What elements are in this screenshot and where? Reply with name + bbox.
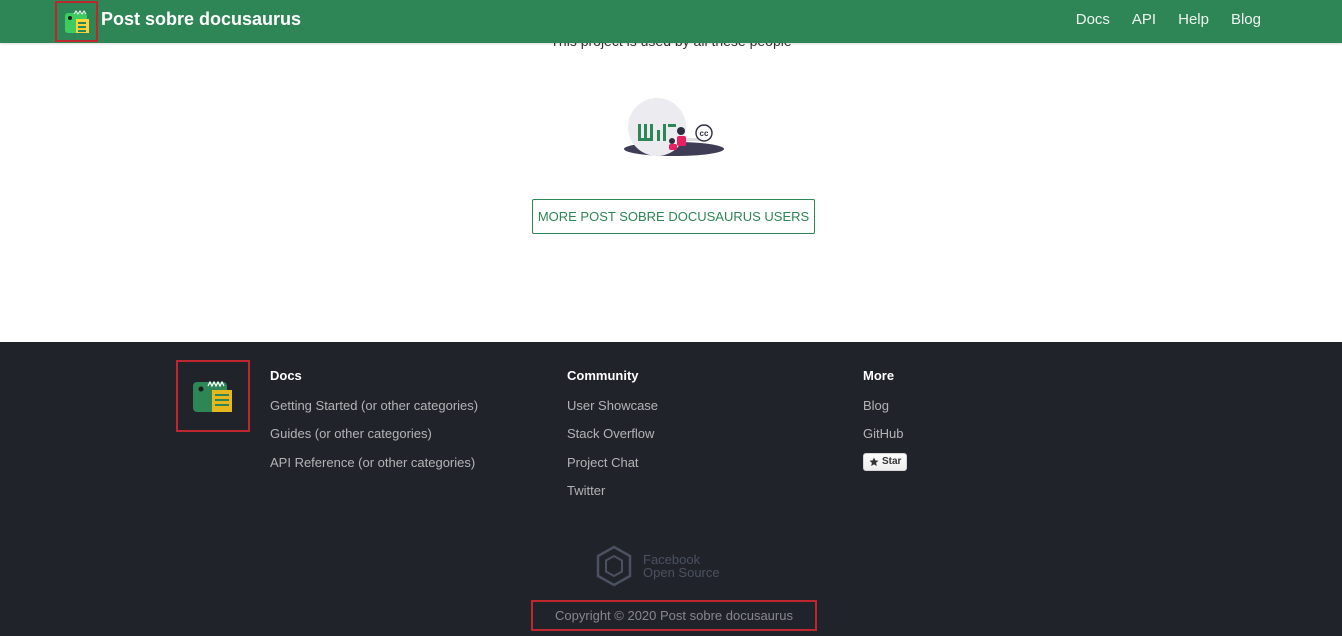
nav-blog[interactable]: Blog [1231, 11, 1261, 28]
footer-column-title: Community [567, 368, 639, 383]
footer-column-title: Docs [270, 368, 302, 383]
footer-link-guides[interactable]: Guides (or other categories) [270, 420, 478, 448]
more-users-button[interactable]: MORE POST SOBRE DOCUSAURUS USERS [532, 199, 815, 234]
footer-link-project-chat[interactable]: Project Chat [567, 449, 658, 477]
site-header: Post sobre docusaurus Docs API Help Blog [0, 0, 1342, 43]
oss-logo-line2: Open Source [643, 565, 720, 580]
nav-docs[interactable]: Docs [1076, 11, 1110, 28]
footer-link-api-reference[interactable]: API Reference (or other categories) [270, 449, 478, 477]
nav-help[interactable]: Help [1178, 11, 1209, 28]
star-button-label: Star [882, 456, 902, 468]
footer-logo[interactable] [176, 360, 250, 432]
footer-column-community: Community User Showcase Stack Overflow P… [567, 368, 658, 505]
footer-column-more: More Blog GitHub Star [863, 368, 908, 472]
main-nav: Docs API Help Blog [1054, 11, 1261, 28]
site-footer: Docs Getting Started (or other categorie… [0, 342, 1342, 636]
github-star-button[interactable]: Star [863, 452, 908, 471]
footer-link-github[interactable]: GitHub [863, 420, 907, 448]
facebook-open-source-icon [596, 545, 632, 587]
footer-link-twitter[interactable]: Twitter [567, 477, 658, 505]
header-logo[interactable] [55, 1, 98, 42]
footer-column-title: More [863, 368, 895, 383]
site-title[interactable]: Post sobre docusaurus [101, 9, 301, 30]
docusaurus-dino-icon [193, 380, 232, 412]
nav-api[interactable]: API [1132, 11, 1156, 28]
footer-link-getting-started[interactable]: Getting Started (or other categories) [270, 392, 478, 420]
footer-link-blog[interactable]: Blog [863, 392, 907, 420]
footer-link-user-showcase[interactable]: User Showcase [567, 392, 658, 420]
user-showcase-illustration: cc [624, 98, 724, 156]
star-icon [869, 457, 879, 466]
copyright-text: Copyright © 2020 Post sobre docusaurus [531, 600, 817, 631]
svg-text:cc: cc [700, 129, 709, 138]
footer-column-docs: Docs Getting Started (or other categorie… [270, 368, 478, 477]
footer-link-stack-overflow[interactable]: Stack Overflow [567, 420, 658, 448]
docusaurus-dino-icon [64, 9, 89, 33]
facebook-open-source-logo[interactable]: Facebook Open Source [595, 545, 720, 587]
